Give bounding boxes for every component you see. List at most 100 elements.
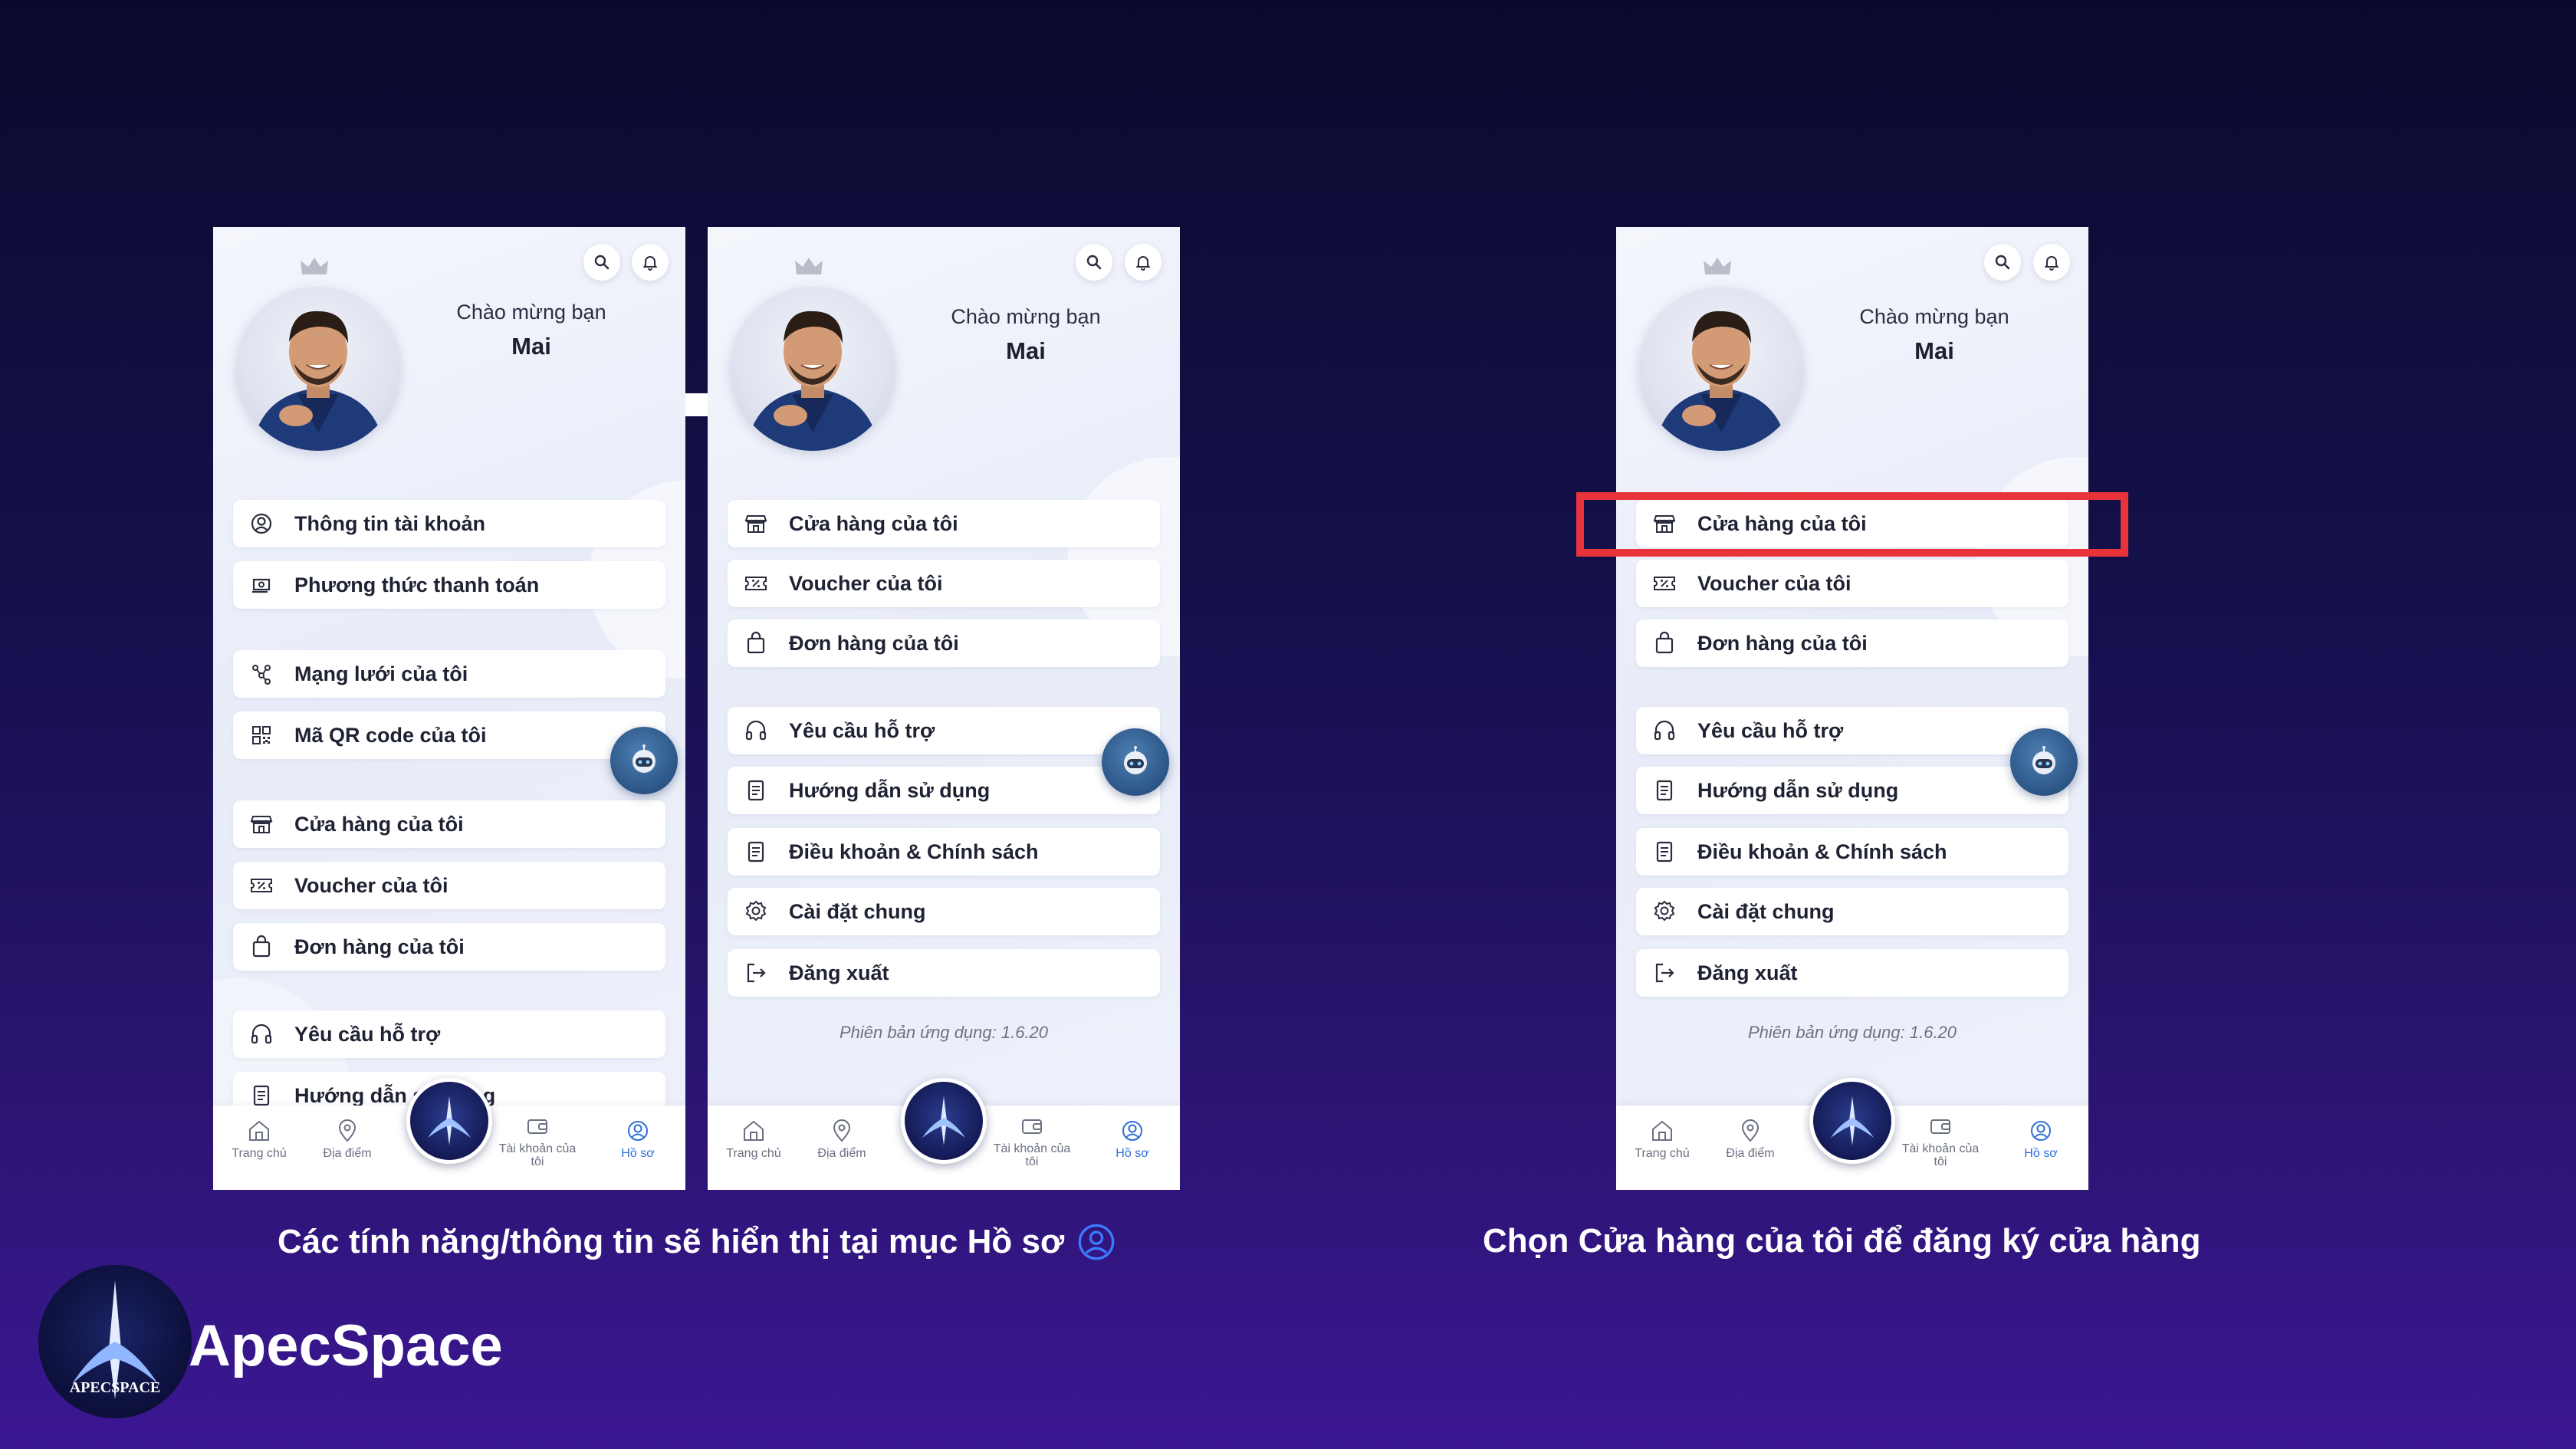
menu-item-voucher[interactable]: Voucher của tôi [233, 862, 665, 909]
menu-item-label: Yêu cầu hỗ trợ [789, 718, 935, 742]
menu-item-payment-method[interactable]: Phương thức thanh toán [233, 561, 665, 609]
store-icon [248, 811, 274, 837]
menu-item-voucher[interactable]: Voucher của tôi [728, 560, 1160, 607]
nav-label: Hồ sơ [621, 1147, 655, 1160]
menu-item-logout[interactable]: Đăng xuất [728, 949, 1160, 997]
menu-item-user-guide[interactable]: Hướng dẫn sử dụng [728, 767, 1160, 814]
chatbot-button[interactable] [2010, 728, 2078, 796]
voucher-icon [1651, 570, 1677, 596]
notification-button[interactable] [632, 244, 669, 281]
menu-item-label: Thông tin tài khoản [294, 511, 485, 535]
notification-button[interactable] [1125, 244, 1162, 281]
profile-icon [2031, 1121, 2051, 1141]
shopping-bag-icon [248, 934, 274, 960]
wallet-icon [527, 1119, 547, 1134]
nav-label: Tài khoản của tôi [993, 1142, 1071, 1168]
menu-item-label: Đơn hàng của tôi [1697, 631, 1868, 655]
document-icon [743, 777, 769, 803]
bottom-nav: Trang chủ Địa điểm Tài khoản của tôi Hồ … [213, 1078, 685, 1190]
menu-item-support[interactable]: Yêu cầu hỗ trợ [233, 1010, 665, 1058]
nav-center-logo-button[interactable] [1809, 1078, 1895, 1164]
menu-item-label: Yêu cầu hỗ trợ [1697, 718, 1844, 742]
menu-item-my-orders[interactable]: Đơn hàng của tôi [1636, 619, 2068, 667]
user-name: Mai [1006, 337, 1046, 364]
menu-item-label: Voucher của tôi [294, 873, 449, 897]
menu-item-label: Yêu cầu hỗ trợ [294, 1022, 441, 1046]
nav-label: Trang chủ [232, 1147, 287, 1160]
apecspace-logo: APECSPACE [38, 1265, 192, 1418]
menu-item-label: Đăng xuất [1697, 961, 1798, 984]
nav-home[interactable]: Trang chủ [711, 1118, 796, 1160]
nav-label: Tài khoản của tôi [1901, 1142, 1980, 1168]
location-pin-icon [338, 1119, 356, 1142]
nav-my-account[interactable]: Tài khoản của tôi [990, 1113, 1074, 1168]
nav-places[interactable]: Địa điểm [305, 1118, 389, 1160]
menu-item-my-network[interactable]: Mạng lưới của tôi [233, 650, 665, 698]
nav-my-account[interactable]: Tài khoản của tôi [495, 1113, 580, 1168]
search-button[interactable] [1076, 244, 1112, 281]
avatar[interactable] [731, 287, 895, 451]
nav-places[interactable]: Địa điểm [1708, 1118, 1792, 1160]
location-pin-icon [1741, 1119, 1760, 1142]
apecspace-logo-icon: APECSPACE [70, 1280, 161, 1399]
document-icon [1651, 839, 1677, 865]
notification-button[interactable] [2033, 244, 2070, 281]
highlight-box-my-store [1576, 492, 2128, 557]
robot-icon [2032, 746, 2055, 774]
nav-profile[interactable]: Hồ sơ [596, 1118, 680, 1160]
menu-item-support[interactable]: Yêu cầu hỗ trợ [1636, 707, 2068, 754]
nav-profile[interactable]: Hồ sơ [1999, 1118, 2083, 1160]
brand-name: ApecSpace [189, 1313, 503, 1378]
menu-item-label: Đăng xuất [789, 961, 889, 984]
menu-item-my-store[interactable]: Cửa hàng của tôi [728, 500, 1160, 547]
search-button[interactable] [1984, 244, 2021, 281]
chatbot-button[interactable] [1102, 728, 1169, 796]
nav-places[interactable]: Địa điểm [800, 1118, 884, 1160]
nav-label: Hồ sơ [2024, 1147, 2058, 1160]
menu-item-my-orders[interactable]: Đơn hàng của tôi [233, 923, 665, 971]
apecspace-logo-icon [428, 1096, 471, 1145]
divider [685, 393, 708, 416]
menu-item-label: Voucher của tôi [1697, 571, 1852, 595]
menu-item-my-store[interactable]: Cửa hàng của tôi [233, 800, 665, 848]
voucher-icon [248, 872, 274, 899]
nav-center-logo-button[interactable] [406, 1078, 492, 1164]
menu-item-logout[interactable]: Đăng xuất [1636, 949, 2068, 997]
avatar[interactable] [236, 287, 400, 451]
settings-icon [1651, 899, 1677, 925]
user-name: Mai [511, 333, 551, 360]
headset-icon [743, 718, 769, 744]
menu-item-qr-code[interactable]: Mã QR code của tôi [233, 711, 665, 759]
menu-item-voucher[interactable]: Voucher của tôi [1636, 560, 2068, 607]
menu-item-label: Cửa hàng của tôi [789, 511, 958, 535]
menu-item-settings[interactable]: Cài đặt chung [1636, 888, 2068, 935]
menu-item-account-info[interactable]: Thông tin tài khoản [233, 500, 665, 547]
nav-my-account[interactable]: Tài khoản của tôi [1898, 1113, 1983, 1168]
bell-icon [1135, 256, 1151, 271]
nav-home[interactable]: Trang chủ [1620, 1118, 1704, 1160]
shopping-bag-icon [743, 630, 769, 656]
menu-item-my-orders[interactable]: Đơn hàng của tôi [728, 619, 1160, 667]
menu-item-terms-policy[interactable]: Điều khoản & Chính sách [1636, 828, 2068, 876]
caption-left-text: Các tính năng/thông tin sẽ hiển thị tại … [278, 1223, 1065, 1260]
menu-item-user-guide[interactable]: Hướng dẫn sử dụng [1636, 767, 2068, 814]
caption-left: Các tính năng/thông tin sẽ hiển thị tại … [278, 1222, 1152, 1262]
menu-item-label: Phương thức thanh toán [294, 573, 540, 596]
document-icon [743, 839, 769, 865]
user-circle-icon [248, 511, 274, 537]
profile-icon [1122, 1121, 1142, 1141]
avatar[interactable] [1639, 287, 1803, 451]
menu-item-support[interactable]: Yêu cầu hỗ trợ [728, 707, 1160, 754]
document-icon [248, 1083, 274, 1109]
nav-center-logo-button[interactable] [901, 1078, 987, 1164]
menu-item-terms-policy[interactable]: Điều khoản & Chính sách [728, 828, 1160, 876]
home-icon [744, 1120, 764, 1141]
menu-item-label: Hướng dẫn sử dụng [1697, 778, 1899, 802]
menu-item-settings[interactable]: Cài đặt chung [728, 888, 1160, 935]
nav-home[interactable]: Trang chủ [217, 1118, 301, 1160]
logo-text: APECSPACE [70, 1379, 161, 1396]
chatbot-button[interactable] [610, 727, 678, 794]
nav-profile[interactable]: Hồ sơ [1090, 1118, 1175, 1160]
search-button[interactable] [583, 244, 620, 281]
logout-icon [743, 960, 769, 986]
